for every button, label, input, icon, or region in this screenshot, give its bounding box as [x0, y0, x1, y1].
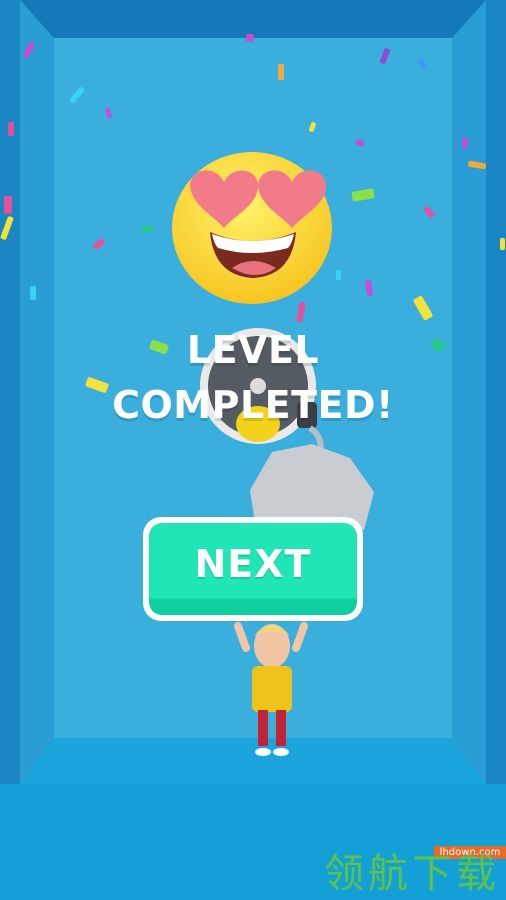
heart-eyes-face-icon — [172, 152, 332, 304]
next-button[interactable]: NEXT — [143, 517, 363, 621]
character-icon — [234, 622, 308, 756]
level-completed-title-line2: COMPLETED! — [112, 383, 394, 427]
game-scene: LEVEL COMPLETED! NEXT lhdown.com 领航下载 — [0, 0, 506, 900]
next-button-face[interactable]: NEXT — [149, 523, 357, 615]
next-button-label: NEXT — [194, 542, 312, 586]
watermark-text: 领航下载 — [324, 851, 500, 897]
level-props — [200, 328, 374, 530]
level-completed-title-line1: LEVEL — [186, 328, 320, 372]
